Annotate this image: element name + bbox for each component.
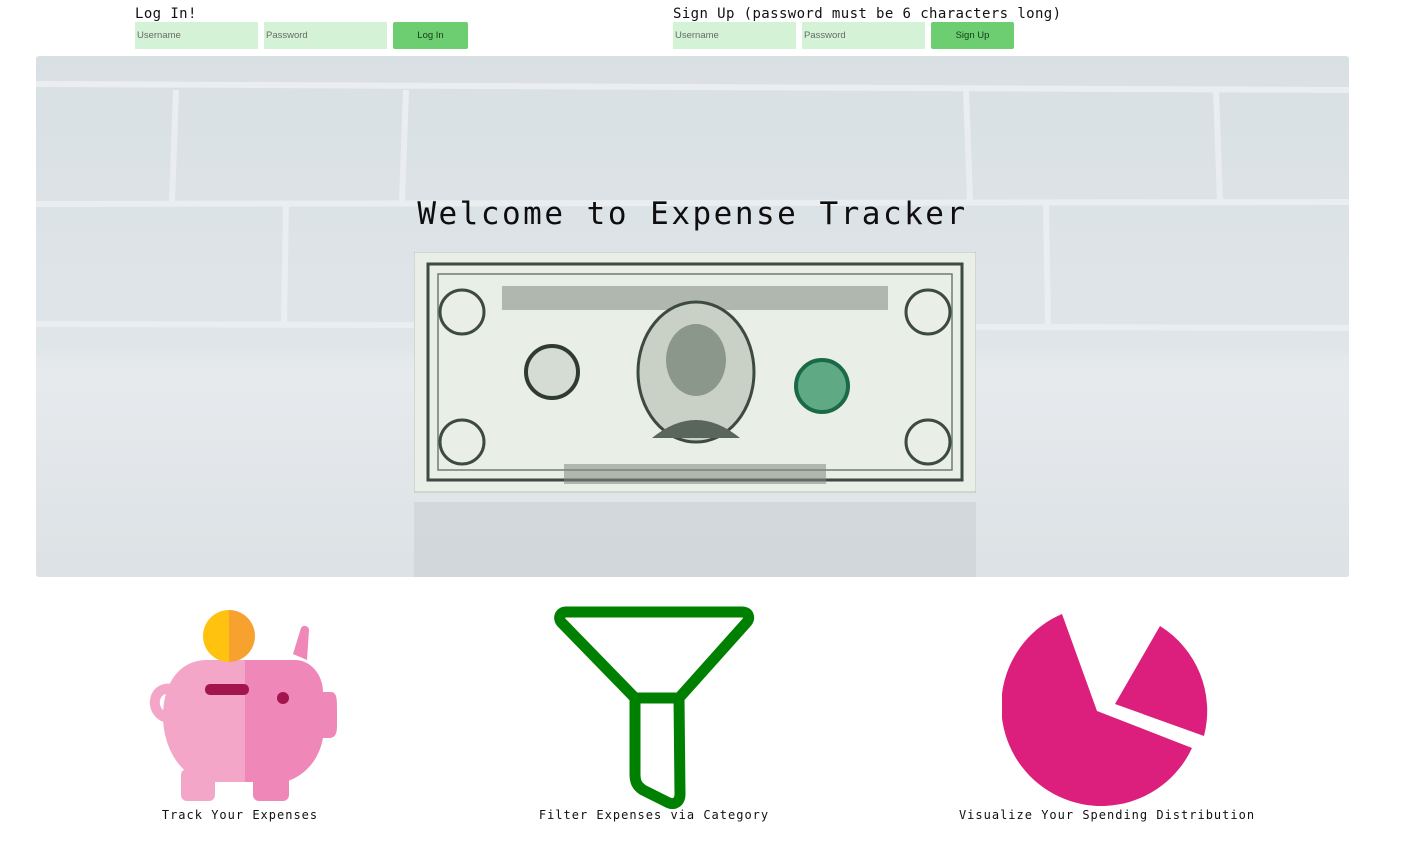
- login-row: Log In: [135, 22, 468, 49]
- signup-button[interactable]: Sign Up: [931, 22, 1014, 49]
- dollar-bill-image: [414, 252, 976, 577]
- pie-chart-icon: [1002, 605, 1208, 806]
- feature-visualize-spending: Visualize Your Spending Distribution: [917, 604, 1297, 822]
- feature-visualize-caption: Visualize Your Spending Distribution: [958, 808, 1256, 822]
- login-button[interactable]: Log In: [393, 22, 468, 49]
- login-form: Log In! Log In: [135, 6, 468, 49]
- login-title: Log In!: [135, 6, 197, 22]
- feature-track-caption: Track Your Expenses: [161, 808, 319, 822]
- signup-title: Sign Up (password must be 6 characters l…: [673, 6, 1062, 22]
- funnel-icon: [554, 606, 755, 809]
- login-username-input[interactable]: [135, 22, 258, 49]
- signup-username-input[interactable]: [673, 22, 796, 49]
- feature-filter-caption: Filter Expenses via Category: [538, 808, 770, 822]
- signup-row: Sign Up: [673, 22, 1061, 49]
- feature-filter-expenses: Filter Expenses via Category: [464, 604, 844, 822]
- piggy-bank-icon: [149, 610, 337, 801]
- hero-title: Welcome to Expense Tracker: [417, 196, 968, 232]
- hero-banner: Welcome to Expense Tracker: [36, 56, 1349, 577]
- feature-track-expenses: Track Your Expenses: [50, 604, 430, 822]
- login-password-input[interactable]: [264, 22, 387, 49]
- signup-form: Sign Up (password must be 6 characters l…: [673, 6, 1061, 49]
- signup-password-input[interactable]: [802, 22, 925, 49]
